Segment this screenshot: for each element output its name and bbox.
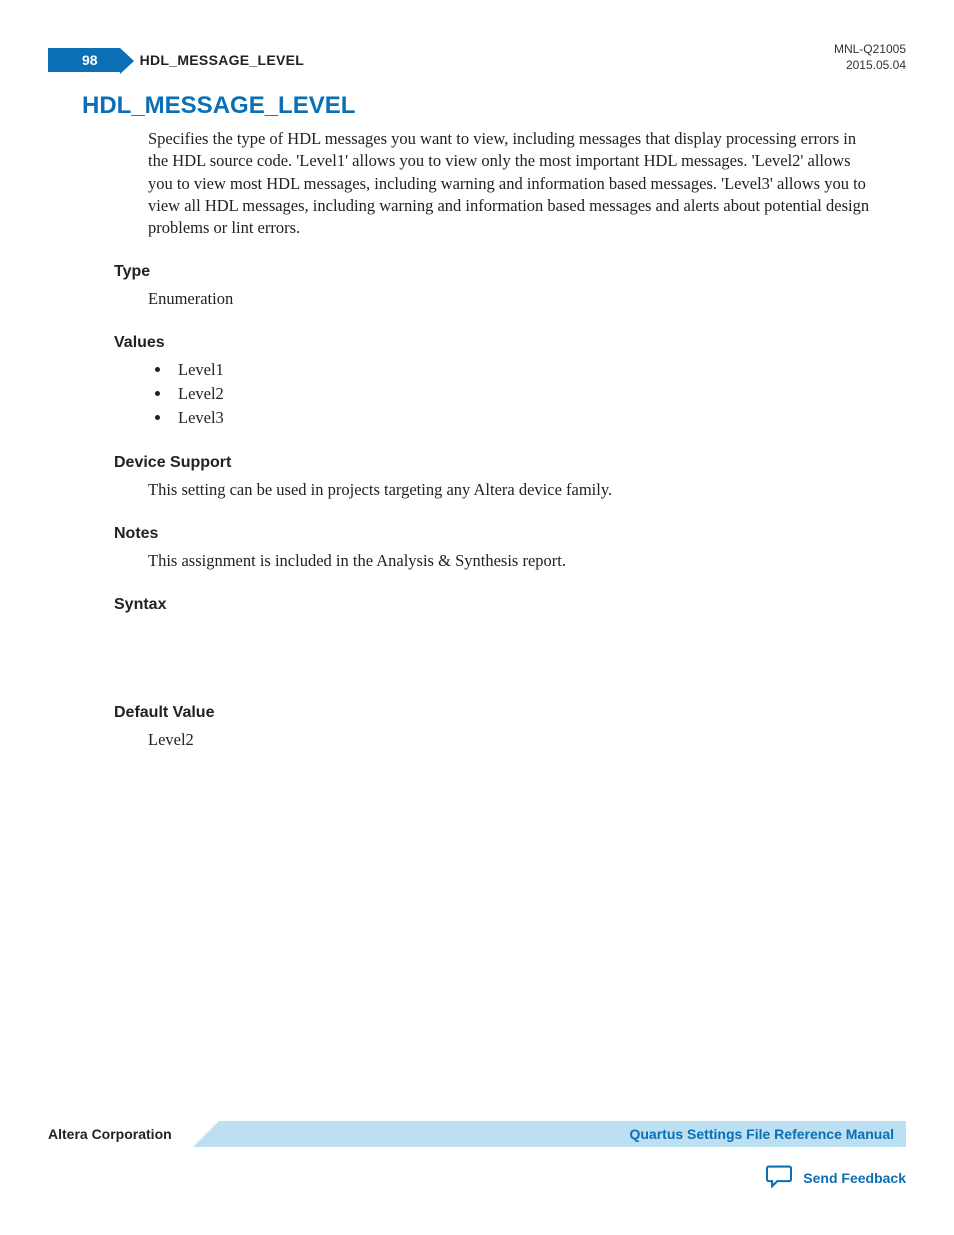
page-number: 98 xyxy=(82,52,98,68)
feedback-label: Send Feedback xyxy=(803,1170,906,1186)
section-heading: Notes xyxy=(114,525,906,543)
section-heading: Syntax xyxy=(114,596,906,614)
footer-banner: Quartus Settings File Reference Manual xyxy=(194,1121,906,1147)
running-title: HDL_MESSAGE_LEVEL xyxy=(140,52,305,68)
list-item: Level2 xyxy=(172,382,906,406)
page-title: HDL_MESSAGE_LEVEL xyxy=(82,92,906,120)
manual-link[interactable]: Quartus Settings File Reference Manual xyxy=(629,1126,894,1142)
doc-date: 2015.05.04 xyxy=(834,58,906,74)
section-body: Level2 xyxy=(148,728,906,751)
section-heading: Values xyxy=(114,334,906,352)
header-meta: MNL-Q21005 2015.05.04 xyxy=(834,42,906,73)
running-header: 98 HDL_MESSAGE_LEVEL xyxy=(48,48,906,72)
doc-id: MNL-Q21005 xyxy=(834,42,906,58)
section-notes: Notes This assignment is included in the… xyxy=(114,525,906,572)
footer-company: Altera Corporation xyxy=(48,1121,194,1147)
values-list: Level1 Level2 Level3 xyxy=(172,358,906,430)
section-heading: Type xyxy=(114,263,906,281)
section-heading: Device Support xyxy=(114,454,906,472)
list-item: Level3 xyxy=(172,406,906,430)
section-body: This setting can be used in projects tar… xyxy=(148,478,906,501)
section-syntax: Syntax xyxy=(114,596,906,614)
list-item: Level1 xyxy=(172,358,906,382)
section-device-support: Device Support This setting can be used … xyxy=(114,454,906,501)
page-number-badge: 98 xyxy=(48,48,120,72)
section-body: This assignment is included in the Analy… xyxy=(148,549,906,572)
description-paragraph: Specifies the type of HDL messages you w… xyxy=(148,128,876,239)
section-default-value: Default Value Level2 xyxy=(114,704,906,751)
section-type: Type Enumeration xyxy=(114,263,906,310)
section-body: Enumeration xyxy=(148,287,906,310)
section-values: Values Level1 Level2 Level3 xyxy=(114,334,906,430)
footer-bar: Altera Corporation Quartus Settings File… xyxy=(48,1121,906,1147)
section-heading: Default Value xyxy=(114,704,906,722)
footer-divider xyxy=(193,1121,219,1147)
send-feedback-link[interactable]: Send Feedback xyxy=(765,1164,906,1191)
speech-bubble-icon xyxy=(765,1164,793,1191)
